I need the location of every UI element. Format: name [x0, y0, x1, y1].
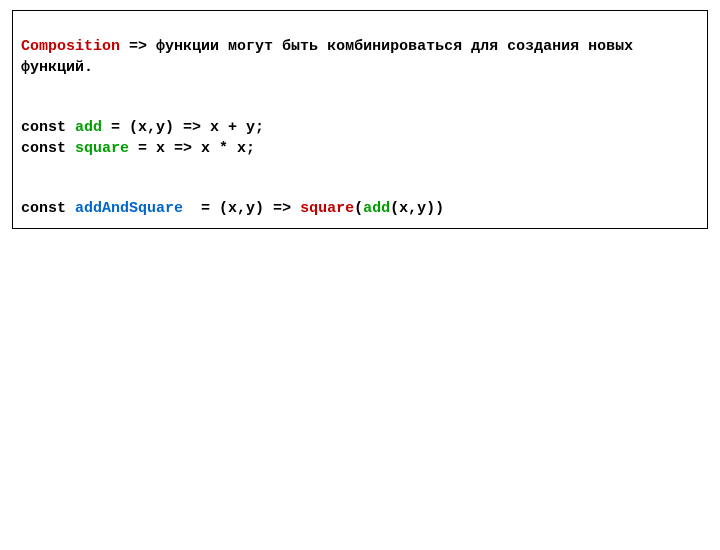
- line-1: Composition => функции могут быть комбин…: [21, 38, 642, 75]
- line-3-rest: = (x,y) => x + y;: [102, 119, 264, 136]
- line-4-rest: = x => x * x;: [129, 140, 255, 157]
- blank-line-1: [21, 78, 699, 98]
- line-6-open: (: [354, 200, 363, 217]
- line-6: const addAndSquare = (x,y) => square(add…: [21, 200, 444, 217]
- keyword-const-2: const: [21, 140, 75, 157]
- fn-square-call: square: [300, 200, 354, 217]
- line-4: const square = x => x * x;: [21, 140, 255, 157]
- keyword-composition: Composition: [21, 38, 120, 55]
- line-3: const add = (x,y) => x + y;: [21, 119, 264, 136]
- fn-square-decl: square: [75, 140, 129, 157]
- fn-add-decl: add: [75, 119, 102, 136]
- code-block: Composition => функции могут быть комбин…: [12, 10, 708, 229]
- blank-line-2: [21, 159, 699, 179]
- keyword-const-1: const: [21, 119, 75, 136]
- line-6-close: (x,y)): [390, 200, 444, 217]
- line-6-eq: = (x,y) =>: [183, 200, 300, 217]
- fn-add-call: add: [363, 200, 390, 217]
- keyword-const-3: const: [21, 200, 75, 217]
- fn-addandsquare-decl: addAndSquare: [75, 200, 183, 217]
